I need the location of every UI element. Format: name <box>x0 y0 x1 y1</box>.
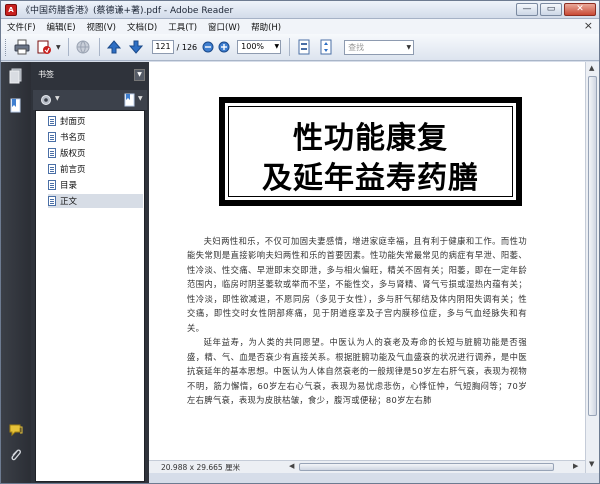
fit-page-icon <box>298 39 310 55</box>
menu-help[interactable]: 帮助(H) <box>251 21 281 33</box>
close-document-icon[interactable]: × <box>584 20 593 32</box>
expand-bookmark-icon[interactable] <box>123 93 137 107</box>
page-total: / 126 <box>176 42 198 52</box>
bookmark-label: 封面页 <box>60 117 86 127</box>
bookmark-label: 目录 <box>60 181 78 191</box>
minimize-button[interactable]: — <box>516 3 538 16</box>
zoom-out-icon <box>202 41 214 53</box>
menu-file[interactable]: 文件(F) <box>7 21 36 33</box>
pages-icon[interactable] <box>9 68 23 84</box>
zoom-dropdown-icon: ▼ <box>274 43 280 50</box>
toolbar-separator <box>289 38 291 56</box>
navigation-pane-toolbar <box>1 62 31 483</box>
adobe-reader-window: A 《中国药膳香港》(蔡德谦+著).pdf - Adobe Reader — ▭… <box>0 0 600 484</box>
scroll-left-icon[interactable]: ◀ <box>289 462 294 470</box>
options-dropdown-icon[interactable]: ▼ <box>55 95 60 102</box>
toolbar-separator <box>67 38 69 56</box>
chapter-heading-frame: 性功能康复 及延年益寿药膳 <box>219 97 522 206</box>
pdf-email-icon <box>37 40 51 54</box>
menu-tools[interactable]: 工具(T) <box>168 21 197 33</box>
adobe-reader-icon: A <box>5 3 17 16</box>
bookmark-label: 版权页 <box>60 149 86 159</box>
vertical-scroll-thumb[interactable] <box>588 76 597 416</box>
menu-edit[interactable]: 编辑(E) <box>47 21 76 33</box>
scroll-up-icon[interactable]: ▲ <box>589 64 594 72</box>
window-title: 《中国药膳香港》(蔡德谦+著).pdf - Adobe Reader <box>21 6 234 16</box>
arrow-up-icon <box>106 40 121 54</box>
globe-icon <box>76 40 90 54</box>
bookmark-label: 正文 <box>60 197 78 207</box>
page-size-readout: 20.988 x 29.665 厘米 <box>161 463 241 472</box>
bookmark-page-icon <box>48 116 56 126</box>
bookmark-page-icon <box>48 164 56 174</box>
bookmark-page-icon <box>48 132 56 142</box>
paragraph-sexual-function: 夫妇两性和乐，不仅可加固夫妻感情，增进家庭幸福，且有利于健康和工作。而性功能失常… <box>187 236 527 333</box>
horizontal-scrollbar[interactable]: 20.988 x 29.665 厘米 ◀ ▶ <box>149 460 585 473</box>
bookmark-item-contents[interactable]: 目录 <box>48 178 143 192</box>
menu-bar: 文件(F) 编辑(E) 视图(V) 文档(D) 工具(T) 窗口(W) 帮助(H… <box>1 19 599 34</box>
bookmark-menu-dropdown-icon[interactable]: ▼ <box>138 95 143 102</box>
toolbar: ▼ 121 / 126 100% ▼ 查找 ▼ <box>1 34 599 61</box>
bookmark-item-body[interactable]: 正文 <box>48 194 143 208</box>
maximize-button[interactable]: ▭ <box>540 3 562 16</box>
email-dropdown-icon[interactable]: ▼ <box>56 44 61 51</box>
horizontal-scroll-thumb[interactable] <box>299 463 554 471</box>
bookmarks-toolbar: ▼ ▼ <box>33 90 147 110</box>
bookmark-list: 封面页 书名页 版权页 前言页 目录 正文 <box>35 110 145 482</box>
window-controls: — ▭ ✕ <box>516 3 596 16</box>
zoom-level-select[interactable]: 100% ▼ <box>237 40 282 54</box>
title-bar: A 《中国药膳香港》(蔡德谦+著).pdf - Adobe Reader — ▭… <box>1 1 599 19</box>
bookmarks-panel: 书签 ▼ ▼ ▼ 封面页 书名页 版权页 前言页 目录 正文 <box>31 62 149 483</box>
scroll-down-icon[interactable]: ▼ <box>589 460 594 468</box>
page-number-input[interactable]: 121 <box>151 40 174 54</box>
full-screen-button[interactable] <box>316 37 336 57</box>
email-button[interactable] <box>34 37 54 57</box>
panel-options-dropdown-icon[interactable]: ▼ <box>134 69 145 81</box>
options-gear-icon[interactable] <box>39 93 53 107</box>
toolbar-separator <box>98 38 100 56</box>
bookmarks-icon[interactable] <box>9 98 23 114</box>
toolbar-grip[interactable] <box>5 38 8 56</box>
find-dropdown-icon: ▼ <box>406 43 412 51</box>
menu-document[interactable]: 文档(D) <box>127 21 157 33</box>
vertical-scrollbar[interactable]: ▲ ▼ <box>585 62 599 473</box>
next-page-button[interactable] <box>126 37 146 57</box>
zoom-out-button[interactable] <box>201 37 215 57</box>
comments-icon[interactable] <box>9 422 23 438</box>
sign-button[interactable] <box>73 37 93 57</box>
menu-window[interactable]: 窗口(W) <box>208 21 240 33</box>
find-input[interactable]: 查找 ▼ <box>344 39 415 55</box>
bookmark-item-preface[interactable]: 前言页 <box>48 162 143 176</box>
bookmark-item-title-page[interactable]: 书名页 <box>48 130 143 144</box>
bookmarks-panel-header: 书签 ▼ <box>33 66 147 84</box>
bookmark-page-icon <box>48 196 56 206</box>
printer-icon <box>14 39 30 55</box>
attachment-icon[interactable] <box>9 447 23 463</box>
close-button[interactable]: ✕ <box>564 3 596 16</box>
zoom-in-icon <box>218 41 230 53</box>
scroll-right-icon[interactable]: ▶ <box>573 462 578 470</box>
expand-icon <box>320 39 332 55</box>
bookmark-page-icon <box>48 148 56 158</box>
zoom-in-button[interactable] <box>217 37 231 57</box>
chapter-heading-line2: 及延年益寿药膳 <box>262 161 479 196</box>
bookmark-item-copyright[interactable]: 版权页 <box>48 146 143 160</box>
find-placeholder: 查找 <box>348 42 365 52</box>
page-body-text: 夫妇两性和乐，不仅可加固夫妻感情，增进家庭幸福，且有利于健康和工作。而性功能失常… <box>187 234 527 407</box>
zoom-level-value: 100% <box>241 42 265 51</box>
print-button[interactable] <box>12 37 32 57</box>
chapter-heading-line1: 性功能康复 <box>293 121 448 156</box>
bookmark-page-icon <box>48 180 56 190</box>
bookmark-label: 书名页 <box>60 133 86 143</box>
menu-view[interactable]: 视图(V) <box>87 21 116 33</box>
paragraph-longevity: 延年益寿，为人类的共同愿望。中医认为人的衰老及寿命的长短与脏腑功能是否强盛，精、… <box>187 337 527 405</box>
bookmark-label: 前言页 <box>60 165 86 175</box>
previous-page-button[interactable] <box>104 37 124 57</box>
fit-page-button[interactable] <box>294 37 314 57</box>
bookmarks-panel-title: 书签 <box>38 70 54 79</box>
document-view[interactable]: 性功能康复 及延年益寿药膳 夫妇两性和乐，不仅可加固夫妻感情，增进家庭幸福，且有… <box>149 62 585 460</box>
arrow-down-icon <box>128 40 143 54</box>
bookmark-item-cover[interactable]: 封面页 <box>48 114 143 128</box>
